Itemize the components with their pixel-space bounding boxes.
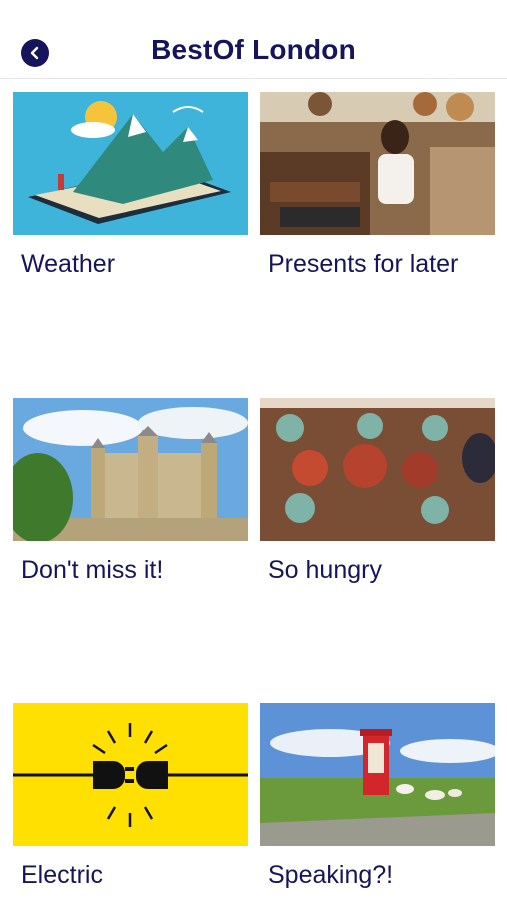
app-header: BestOf London bbox=[0, 0, 507, 79]
card-label: Don't miss it! bbox=[21, 556, 164, 584]
card-presents[interactable]: Presents for later bbox=[260, 92, 495, 279]
market-image bbox=[260, 92, 495, 235]
card-label: Speaking?! bbox=[268, 861, 394, 889]
weather-image bbox=[13, 92, 248, 235]
phone-box-image bbox=[260, 703, 495, 846]
dinner-image bbox=[260, 398, 495, 541]
card-electric[interactable]: Electric bbox=[13, 703, 248, 890]
card-dont-miss[interactable]: Don't miss it! bbox=[13, 398, 248, 585]
card-weather[interactable]: Weather bbox=[13, 92, 248, 279]
card-speaking[interactable]: Speaking?! bbox=[260, 703, 495, 890]
card-label: Weather bbox=[21, 250, 116, 278]
plug-image bbox=[13, 703, 248, 846]
card-label: Electric bbox=[21, 861, 103, 889]
card-so-hungry[interactable]: So hungry bbox=[260, 398, 495, 585]
tower-image bbox=[13, 398, 248, 541]
card-label: Presents for later bbox=[268, 250, 459, 278]
card-label: So hungry bbox=[268, 556, 382, 584]
page-title: BestOf London bbox=[151, 34, 356, 65]
